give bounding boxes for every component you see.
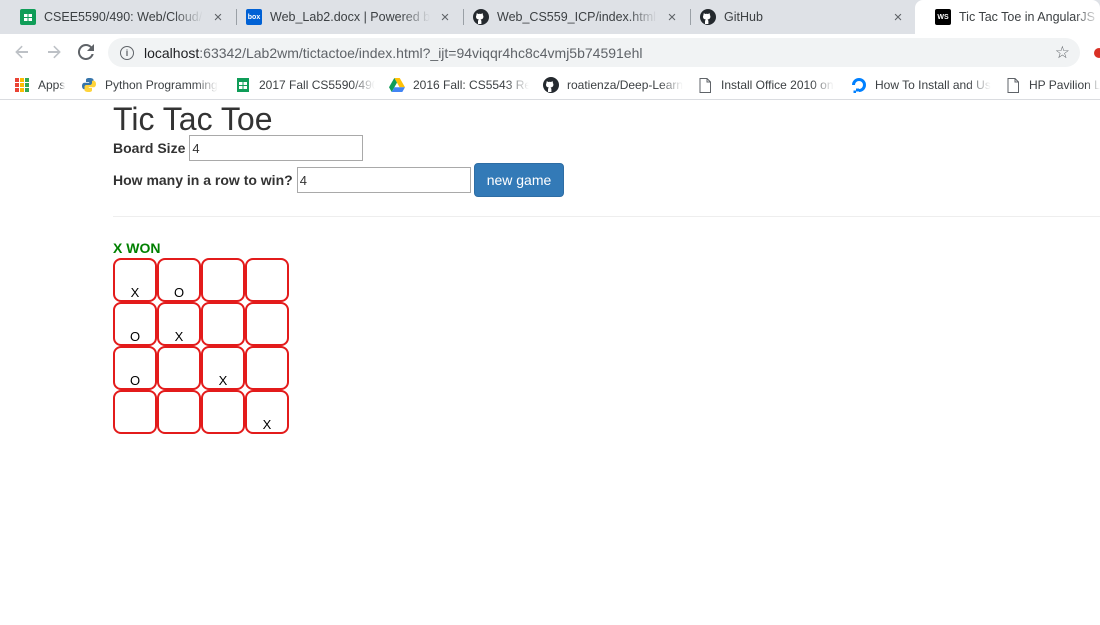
page-content: Tic Tac Toe Board Size How many in a row… [0, 101, 1100, 625]
bookmark-2017-fall[interactable]: 2017 Fall CS5590/490 [235, 76, 375, 94]
board-cell[interactable] [157, 346, 201, 390]
page-icon [697, 77, 713, 93]
tab-web-cs559[interactable]: Web_CS559_ICP/index.html at master × [453, 0, 691, 34]
tab-tic-tac-toe[interactable]: WS Tic Tac Toe in AngularJS [915, 0, 1100, 34]
python-icon [81, 77, 97, 93]
tab-strip: CSEE5590/490: Web/Cloud/Mobile × box Web… [0, 0, 1100, 34]
board-cell[interactable]: O [113, 346, 157, 390]
cell-mark: X [262, 417, 272, 432]
board-cell[interactable]: X [157, 302, 201, 346]
page-title: Tic Tac Toe [113, 101, 273, 137]
apps-grid-icon [14, 77, 30, 93]
back-button[interactable] [8, 38, 36, 66]
bookmark-label: 2016 Fall: CS5543 Real [413, 78, 529, 92]
new-game-button[interactable]: new game [473, 163, 565, 197]
bookmark-label: HP Pavilion La [1029, 78, 1100, 92]
url-host: localhost [144, 44, 200, 61]
bookmark-apps[interactable]: Apps [14, 76, 74, 94]
back-arrow-icon [15, 45, 28, 59]
game-board: X O O X O X X [113, 258, 289, 434]
bookmark-2016-fall[interactable]: 2016 Fall: CS5543 Real [389, 76, 529, 94]
close-tab-icon[interactable]: × [663, 8, 681, 26]
board-cell[interactable] [157, 390, 201, 434]
bookmarks-bar: Apps Python Programming 2017 Fall CS5590… [0, 70, 1100, 100]
bookmark-roatienza[interactable]: roatienza/Deep-Learn [543, 76, 683, 94]
bookmark-label: Python Programming [105, 78, 218, 92]
extension-icon[interactable] [1094, 48, 1100, 58]
board-cell[interactable] [245, 346, 289, 390]
board-cell[interactable] [201, 390, 245, 434]
board-cell[interactable] [113, 390, 157, 434]
close-tab-icon[interactable]: × [436, 8, 454, 26]
cell-mark: X [218, 373, 228, 388]
address-bar[interactable]: i localhost:63342/Lab2wm/tictactoe/index… [108, 38, 1080, 67]
box-icon: box [246, 9, 262, 25]
board-size-row: Board Size [113, 135, 364, 161]
tab-web-lab2[interactable]: box Web_Lab2.docx | Powered by Box × [226, 0, 464, 34]
bookmark-python[interactable]: Python Programming [81, 76, 221, 94]
bookmark-how-to-install[interactable]: How To Install and Us [851, 76, 991, 94]
forward-button[interactable] [40, 38, 68, 66]
board-cell[interactable] [245, 302, 289, 346]
tab-title: Tic Tac Toe in AngularJS [959, 10, 1095, 24]
game-status: X WON [113, 240, 161, 256]
board-cell[interactable]: X [245, 390, 289, 434]
bookmark-install-office[interactable]: Install Office 2010 on [697, 76, 837, 94]
page-icon [1005, 77, 1021, 93]
bookmark-label: 2017 Fall CS5590/490 [259, 78, 375, 92]
close-tab-icon[interactable]: × [209, 8, 227, 26]
win-length-input[interactable] [296, 167, 471, 193]
tab-title: Web_CS559_ICP/index.html at master [497, 10, 657, 24]
url-path: :63342/Lab2wm/tictactoe/index.html?_ijt=… [199, 44, 643, 61]
github-icon [473, 9, 489, 25]
board-cell[interactable]: O [157, 258, 201, 302]
board-cell[interactable] [201, 302, 245, 346]
github-icon [700, 9, 716, 25]
win-length-label: How many in a row to win? [113, 172, 293, 188]
browser-toolbar: i localhost:63342/Lab2wm/tictactoe/index… [0, 34, 1100, 70]
bookmark-label: Apps [38, 78, 66, 92]
board-cell[interactable] [245, 258, 289, 302]
board-size-input[interactable] [189, 135, 364, 161]
divider [113, 216, 1100, 217]
board-size-label: Board Size [113, 140, 186, 156]
sheets-icon [235, 77, 251, 93]
bookmark-label: How To Install and Us [875, 78, 991, 92]
url-text: localhost:63342/Lab2wm/tictactoe/index.h… [144, 45, 643, 61]
win-length-row: How many in a row to win? new game [113, 163, 565, 197]
board-cell[interactable]: X [113, 258, 157, 302]
board-cell[interactable]: X [201, 346, 245, 390]
cell-mark: X [174, 329, 184, 344]
board-cell[interactable] [201, 258, 245, 302]
board-cell[interactable]: O [113, 302, 157, 346]
reload-icon [78, 44, 94, 60]
bookmark-star-icon[interactable]: ☆ [1055, 43, 1070, 63]
close-tab-icon[interactable]: × [889, 8, 907, 26]
digitalocean-icon [851, 77, 867, 93]
cell-mark: O [173, 285, 185, 300]
github-icon [543, 77, 559, 93]
bookmark-label: Install Office 2010 on [721, 78, 834, 92]
cell-mark: O [129, 329, 141, 344]
forward-arrow-icon [48, 45, 61, 59]
drive-icon [389, 77, 405, 93]
bookmark-label: roatienza/Deep-Learn [567, 78, 683, 92]
bookmark-hp-pavilion[interactable]: HP Pavilion La [1005, 76, 1100, 94]
tab-github[interactable]: GitHub × [680, 0, 917, 34]
cell-mark: X [130, 285, 140, 300]
sheets-icon [20, 9, 36, 25]
tab-title: GitHub [724, 10, 763, 24]
info-icon[interactable]: i [120, 45, 134, 60]
reload-button[interactable] [72, 38, 100, 66]
tab-title: CSEE5590/490: Web/Cloud/Mobile [44, 10, 203, 24]
cell-mark: O [129, 373, 141, 388]
webstorm-icon: WS [935, 9, 951, 25]
tab-title: Web_Lab2.docx | Powered by Box [270, 10, 430, 24]
tab-csee5590[interactable]: CSEE5590/490: Web/Cloud/Mobile × [0, 0, 237, 34]
